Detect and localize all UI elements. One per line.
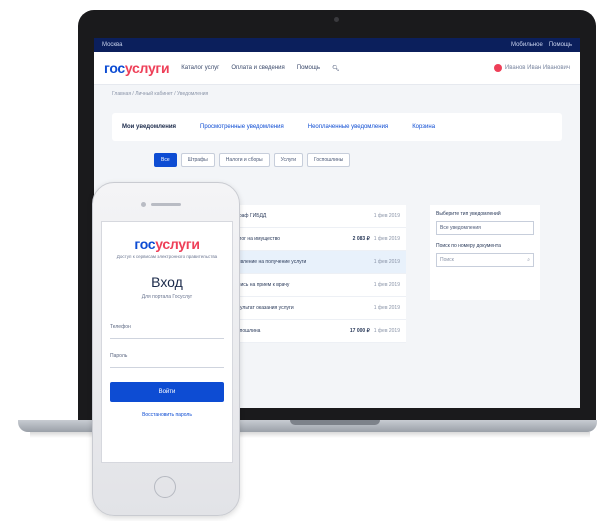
notification-type-label: Выберите тип уведомлений xyxy=(436,211,501,217)
nav-catalog[interactable]: Каталог услуг xyxy=(181,65,219,71)
phone-camera-icon xyxy=(141,202,146,207)
filter-chips: Все Штрафы Налоги и сборы Услуги Госпошл… xyxy=(154,153,562,167)
gosuslugi-logo[interactable]: госуслуги xyxy=(104,60,170,76)
phone-screen: госуслуги Доступ к сервисам электронного… xyxy=(101,221,233,463)
login-tip: Для портала Госуслуг xyxy=(141,293,193,300)
profile-menu[interactable]: Иванов Иван Иванович xyxy=(493,64,570,72)
list-item[interactable]: Налог на имущество 2 083 ₽1 фев 2019 xyxy=(226,228,406,251)
notification-list: Штраф ГИБДД 1 фев 2019 Налог на имущество… xyxy=(226,205,406,343)
search-icon: ⌕ xyxy=(527,257,530,263)
list-item[interactable]: Заявление на получение услуги 1 фев 2019 xyxy=(226,251,406,274)
filter-sidebar: Выберите тип уведомлений Все уведомления… xyxy=(430,205,540,300)
phone-field[interactable]: Телефон xyxy=(110,324,224,339)
list-item[interactable]: Результат оказания услуги 1 фев 2019 xyxy=(226,297,406,320)
list-item[interactable]: Штраф ГИБДД 1 фев 2019 xyxy=(226,205,406,228)
region-label[interactable]: Москва xyxy=(102,42,122,48)
top-bar: Москва Мобильное Помощь xyxy=(94,38,580,52)
notification-type-select[interactable]: Все уведомления xyxy=(436,221,534,235)
nav-help[interactable]: Помощь xyxy=(297,65,320,71)
home-button[interactable] xyxy=(154,476,176,498)
password-field[interactable]: Пароль xyxy=(110,353,224,368)
notification-tabs: Мои уведомления Просмотренные уведомлени… xyxy=(112,113,562,141)
breadcrumb[interactable]: Главная / Личный кабинет / Уведомления xyxy=(94,85,580,103)
laptop-notch xyxy=(290,420,380,425)
phone-subtitle: Доступ к сервисам электронного правитель… xyxy=(116,254,218,259)
profile-name: Иванов Иван Иванович xyxy=(504,65,570,71)
login-title: Вход xyxy=(151,273,183,290)
list-item[interactable]: Госпошлина 17 000 ₽1 фев 2019 xyxy=(226,320,406,343)
tab-trash[interactable]: Корзина xyxy=(412,124,435,130)
search-icon[interactable]: 🔍︎ xyxy=(332,65,340,72)
filter-fines[interactable]: Штрафы xyxy=(180,153,215,167)
document-search-label: Поиск по номеру документа xyxy=(436,243,501,249)
restore-password-link[interactable]: Восстановить пароль xyxy=(102,412,232,418)
tab-my-notifications[interactable]: Мои уведомления xyxy=(122,124,176,130)
tab-viewed[interactable]: Просмотренные уведомления xyxy=(200,124,284,130)
document-search-input[interactable]: Поиск ⌕ xyxy=(436,253,534,267)
tab-unpaid[interactable]: Неоплаченные уведомления xyxy=(308,124,388,130)
nav-payments[interactable]: Оплата и сведения xyxy=(231,65,284,71)
filter-all[interactable]: Все xyxy=(154,153,177,167)
filter-services[interactable]: Услуги xyxy=(273,153,304,167)
phone-speaker xyxy=(151,203,181,206)
phone-logo: госуслуги xyxy=(134,236,200,252)
help-link[interactable]: Помощь xyxy=(549,42,572,48)
filter-taxes[interactable]: Налоги и сборы xyxy=(218,153,270,167)
login-button[interactable]: Войти xyxy=(110,381,224,402)
phone-frame: госуслуги Доступ к сервисам электронного… xyxy=(92,182,240,516)
camera-icon xyxy=(334,17,339,22)
filter-duties[interactable]: Госпошлины xyxy=(307,153,351,167)
list-item[interactable]: Запись на прием к врачу 1 фев 2019 xyxy=(226,274,406,297)
mobile-link[interactable]: Мобильное xyxy=(511,42,543,48)
avatar xyxy=(493,64,502,72)
site-header: госуслуги Каталог услуг Оплата и сведени… xyxy=(94,52,580,85)
